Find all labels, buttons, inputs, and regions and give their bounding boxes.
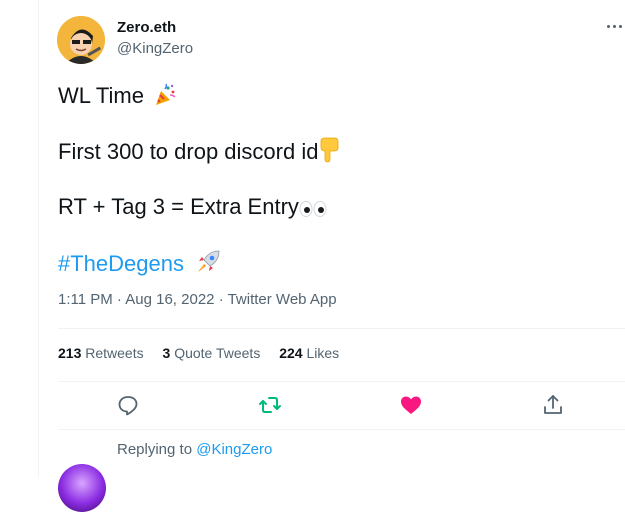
avatar-image (57, 16, 105, 64)
tweet-date[interactable]: Aug 16, 2022 (125, 291, 214, 308)
author-handle[interactable]: @KingZero (117, 40, 193, 57)
current-user-avatar[interactable] (58, 464, 106, 512)
quote-tweets-label: Quote Tweets (174, 345, 261, 361)
quote-tweets-count: 3 (162, 345, 171, 361)
tweet-meta: 1:11 PM · Aug 16, 2022 · Twitter Web App (58, 291, 337, 308)
engagement-stats: 213 Retweets 3 Quote Tweets 224 Likes (58, 345, 354, 361)
likes-count: 224 (279, 345, 303, 361)
backhand-index-pointing-down-icon (318, 137, 340, 170)
replying-to-label: Replying to (117, 441, 193, 458)
reply-icon[interactable] (116, 393, 140, 417)
party-popper-icon (153, 83, 177, 114)
meta-separator: · (116, 291, 126, 308)
retweet-icon[interactable] (258, 393, 282, 417)
tweet-text: WL Time (58, 83, 144, 108)
quote-tweets-stat[interactable]: 3 Quote Tweets (163, 345, 261, 361)
tweet-text-line-4: #TheDegens (58, 249, 221, 282)
retweets-stat[interactable]: 213 Retweets (58, 345, 144, 361)
tweet-text-line-1: WL Time (58, 82, 177, 114)
retweets-count: 213 (58, 345, 82, 361)
tweet-text: First 300 to drop discord id (58, 139, 319, 164)
tweet-text: RT + Tag 3 = Extra Entry (58, 194, 299, 219)
timeline-left-border (38, 0, 39, 477)
retweets-label: Retweets (85, 345, 144, 361)
more-options-icon[interactable] (598, 14, 625, 38)
divider (58, 381, 625, 382)
divider (58, 328, 625, 329)
hashtag-link[interactable]: #TheDegens (58, 251, 184, 276)
replying-to-handle[interactable]: @KingZero (196, 441, 272, 458)
share-icon[interactable] (541, 393, 565, 417)
eyes-icon (299, 197, 327, 225)
meta-separator: · (218, 291, 228, 308)
like-icon[interactable] (399, 393, 423, 417)
author-avatar[interactable] (57, 16, 105, 64)
divider (58, 429, 625, 430)
replying-to: Replying to @KingZero (117, 441, 272, 458)
tweet-text-line-3: RT + Tag 3 = Extra Entry (58, 193, 327, 225)
author-name[interactable]: Zero.eth (117, 19, 176, 36)
likes-stat[interactable]: 224 Likes (279, 345, 339, 361)
tweet-text-line-2: First 300 to drop discord id (58, 137, 340, 170)
rocket-icon (195, 249, 221, 282)
tweet-source[interactable]: Twitter Web App (228, 291, 337, 308)
likes-label: Likes (306, 345, 340, 361)
tweet-time[interactable]: 1:11 PM (58, 291, 113, 308)
